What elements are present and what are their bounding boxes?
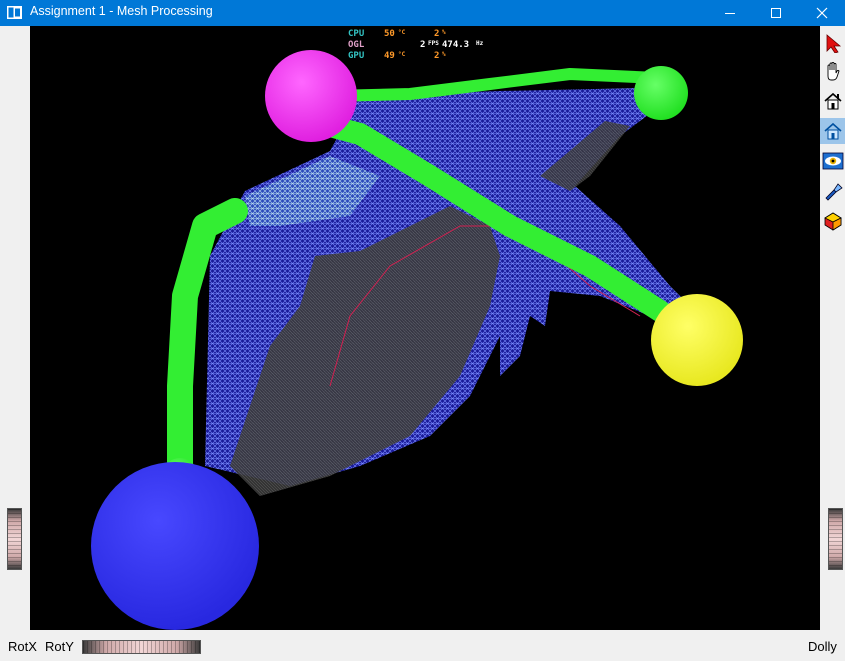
hud-ogl-label: OGL (348, 40, 365, 50)
set-home-button[interactable] (820, 118, 845, 144)
app-icon (7, 6, 22, 19)
view-all-eye-icon (822, 152, 843, 170)
hud-cpu-label: CPU (348, 29, 365, 39)
hud-ogl-value: 2 (420, 40, 426, 50)
pan-hand-button[interactable] (820, 58, 845, 84)
hud-fps-value: 474.3 (442, 40, 470, 50)
set-home-icon (823, 122, 842, 140)
select-arrow-button[interactable] (820, 30, 845, 56)
left-vertical-thumbwheel[interactable] (7, 508, 22, 570)
hud-fps-label: FPS (428, 40, 439, 47)
close-button[interactable] (799, 0, 845, 26)
rotx-label: RotX (8, 639, 37, 654)
handle-sphere-blue (91, 462, 259, 630)
close-icon (816, 7, 828, 19)
dolly-label: Dolly (808, 639, 837, 654)
hud-cpu-load-unit: % (442, 29, 446, 36)
seek-button[interactable] (820, 178, 845, 204)
view-all-button[interactable] (820, 148, 845, 174)
window-title: Assignment 1 - Mesh Processing (30, 4, 213, 18)
pan-hand-icon (827, 62, 840, 81)
hud-cpu-temp: 50 (384, 29, 395, 39)
hud-gpu-load-unit: % (442, 51, 446, 58)
mesh-scene (91, 50, 743, 630)
dolly-thumbwheel[interactable] (828, 508, 843, 570)
handle-sphere-magenta (265, 50, 357, 142)
seek-flashlight-icon (824, 183, 843, 201)
select-arrow-icon (826, 34, 841, 53)
hud-gpu-load: 2 (434, 51, 440, 61)
hud-gpu-temp-unit: °C (398, 51, 406, 58)
hud-gpu-label: GPU (348, 51, 365, 61)
home-button[interactable] (820, 88, 845, 114)
projection-button[interactable] (820, 208, 845, 234)
hud-gpu-temp: 49 (384, 51, 395, 61)
projection-cube-icon (823, 212, 842, 231)
minimize-button[interactable] (707, 0, 753, 26)
hud-fps-unit: Hz (476, 40, 484, 47)
roty-label: RotY (45, 639, 74, 654)
hud-cpu-temp-unit: °C (398, 29, 406, 36)
joint-sphere-green (634, 66, 688, 120)
maximize-button[interactable] (753, 0, 799, 26)
render-viewport[interactable]: CPU 50 °C 2 % OGL 2 FPS 474.3 Hz GPU 49 … (30, 26, 820, 630)
handle-sphere-yellow (651, 294, 743, 386)
minimize-icon (725, 13, 735, 14)
rotx-thumbwheel[interactable] (82, 640, 201, 654)
maximize-icon (771, 8, 781, 18)
home-icon (823, 92, 842, 110)
title-bar: Assignment 1 - Mesh Processing (0, 0, 845, 26)
